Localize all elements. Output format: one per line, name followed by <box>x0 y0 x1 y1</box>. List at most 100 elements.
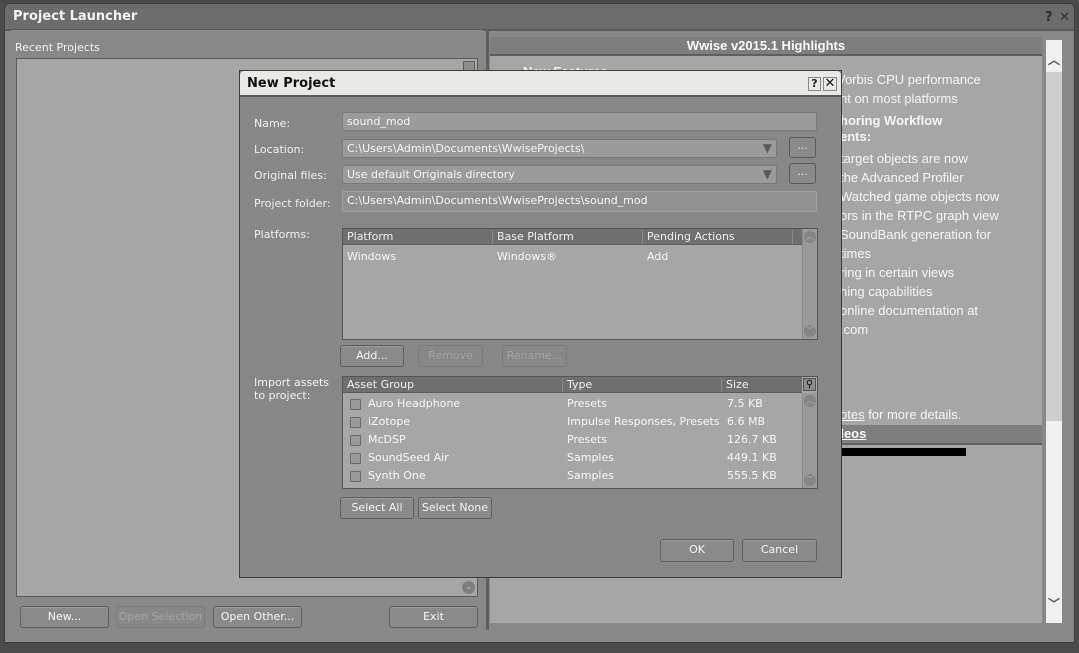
location-browse-button[interactable]: ... <box>789 137 816 158</box>
scroll-up-icon[interactable]: ︿ <box>804 395 816 407</box>
import-assets-label: Import assets to project: <box>254 376 330 402</box>
asset-type-cell: Presets <box>567 397 608 410</box>
base-platform-cell: Windows® <box>497 250 558 263</box>
asset-group-cell: SoundSeed Air <box>368 451 449 464</box>
asset-size-cell: 126.7 KB <box>727 433 777 446</box>
launcher-titlebar: Project Launcher ? ✕ <box>5 4 1074 31</box>
assets-scrollbar[interactable]: ︿ ﹀ <box>802 393 817 488</box>
release-notes-suffix: for more details. <box>864 407 962 422</box>
highlights-line: .com <box>840 322 869 337</box>
original-files-combo[interactable]: Use default Originals directory ▼ <box>342 165 777 184</box>
column-header-asset-group[interactable]: Asset Group <box>343 378 563 392</box>
chevron-down-icon[interactable]: ▼ <box>763 140 772 157</box>
original-files-value: Use default Originals directory <box>347 168 515 181</box>
video-thumbnail-bar <box>838 448 966 456</box>
platforms-scrollbar[interactable]: ︿ ﹀ <box>802 229 817 339</box>
highlights-line: times <box>840 246 872 261</box>
scroll-down-icon[interactable]: ⌄ <box>462 581 475 594</box>
asset-type-cell: Samples <box>567 451 614 464</box>
name-input[interactable]: sound_mod <box>342 112 817 131</box>
project-folder-field: C:\Users\Admin\Documents\WwiseProjects\s… <box>342 191 817 212</box>
highlights-line: Vorbis CPU performance <box>837 72 981 87</box>
highlights-line: ning capabilities <box>840 284 933 299</box>
highlights-line: nt on most platforms <box>840 91 958 106</box>
column-header-platform[interactable]: Platform <box>343 230 493 244</box>
asset-checkbox[interactable] <box>350 399 361 410</box>
project-folder-label: Project folder: <box>254 197 331 210</box>
launcher-title: Project Launcher <box>13 9 138 24</box>
remove-platform-button[interactable]: Remove <box>418 345 483 367</box>
scrollbar-thumb[interactable] <box>1046 72 1062 421</box>
asset-type-cell: Samples <box>567 469 614 482</box>
rename-platform-button[interactable]: Rename... <box>502 345 567 367</box>
platform-cell: Windows <box>347 250 397 263</box>
asset-group-cell: iZotope <box>368 415 411 428</box>
column-header-size[interactable]: Size <box>722 378 802 392</box>
platforms-label: Platforms: <box>254 228 310 241</box>
highlights-line: ors in the RTPC graph view <box>840 208 999 223</box>
highlights-line: ring in certain views <box>840 265 955 280</box>
dialog-title: New Project <box>247 76 336 91</box>
scroll-up-icon[interactable]: ︿ <box>804 231 816 243</box>
asset-size-cell: 6.6 MB <box>727 415 766 428</box>
scroll-up-icon[interactable]: ︿ <box>1046 52 1062 68</box>
open-selection-button[interactable]: Open Selection <box>116 606 205 628</box>
highlights-line: online documentation at <box>840 303 979 318</box>
asset-checkbox[interactable] <box>350 435 361 446</box>
name-label: Name: <box>254 117 291 130</box>
asset-group-cell: Synth One <box>368 469 426 482</box>
asset-group-cell: Auro Headphone <box>368 397 461 410</box>
search-icon[interactable]: ⚲ <box>803 378 816 391</box>
close-icon[interactable]: ✕ <box>1059 10 1070 25</box>
release-notes-line: otes for more details. <box>840 407 961 422</box>
original-files-label: Original files: <box>254 169 327 182</box>
help-icon[interactable]: ? <box>1045 10 1053 25</box>
assets-table-header: Asset Group Type Size <box>343 377 802 393</box>
cancel-button[interactable]: Cancel <box>742 539 817 562</box>
scroll-down-icon[interactable]: ﹀ <box>804 474 816 486</box>
open-other-button[interactable]: Open Other... <box>213 606 302 628</box>
asset-checkbox[interactable] <box>350 453 361 464</box>
close-icon[interactable]: ✕ <box>823 77 837 91</box>
chevron-down-icon[interactable]: ▼ <box>763 166 772 183</box>
recent-projects-label: Recent Projects <box>15 41 100 54</box>
highlights-line: SoundBank generation for <box>840 227 992 242</box>
highlights-header: Wwise v2015.1 Highlights <box>490 37 1042 56</box>
release-notes-link[interactable]: otes <box>840 407 865 422</box>
location-value: C:\Users\Admin\Documents\WwiseProjects\ <box>347 142 585 155</box>
help-icon[interactable]: ? <box>808 77 821 91</box>
new-button[interactable]: New... <box>20 606 109 628</box>
new-project-dialog: New Project ? ✕ Name: sound_mod Location… <box>239 70 842 578</box>
highlights-line: the Advanced Profiler <box>840 170 964 185</box>
asset-type-cell: Presets <box>567 433 608 446</box>
exit-button[interactable]: Exit <box>389 606 478 628</box>
ok-button[interactable]: OK <box>660 539 734 562</box>
highlights-line: horing Workflow <box>840 113 943 128</box>
select-all-button[interactable]: Select All <box>340 497 414 519</box>
pending-actions-cell: Add <box>647 250 669 263</box>
add-platform-button[interactable]: Add... <box>340 345 404 367</box>
scroll-down-icon[interactable]: ﹀ <box>1046 596 1062 612</box>
column-header-pending-actions[interactable]: Pending Actions <box>643 230 793 244</box>
dialog-titlebar: New Project ? ✕ <box>240 71 841 97</box>
location-combo[interactable]: C:\Users\Admin\Documents\WwiseProjects\ … <box>342 139 777 158</box>
asset-size-cell: 7.5 KB <box>727 397 763 410</box>
select-none-button[interactable]: Select None <box>418 497 492 519</box>
asset-checkbox[interactable] <box>350 417 361 428</box>
asset-type-cell: Impulse Responses, Presets <box>567 415 720 428</box>
highlights-line: target objects are now <box>840 151 968 166</box>
platforms-table[interactable]: Platform Base Platform Pending Actions W… <box>342 228 818 340</box>
column-header-type[interactable]: Type <box>563 378 722 392</box>
highlights-line: Watched game objects now <box>840 189 1000 204</box>
asset-checkbox[interactable] <box>350 471 361 482</box>
original-files-browse-button[interactable]: ... <box>789 163 816 184</box>
assets-table[interactable]: Asset Group Type Size ⚲ Auro Headphone P… <box>342 376 818 489</box>
platforms-table-header: Platform Base Platform Pending Actions <box>343 229 802 245</box>
highlights-line: ents: <box>840 129 872 144</box>
asset-size-cell: 449.1 KB <box>727 451 777 464</box>
asset-size-cell: 555.5 KB <box>727 469 777 482</box>
scroll-down-icon[interactable]: ﹀ <box>804 325 816 337</box>
column-header-base-platform[interactable]: Base Platform <box>493 230 643 244</box>
asset-group-cell: McDSP <box>368 433 406 446</box>
highlights-scrollbar[interactable]: ︿ ﹀ <box>1046 40 1062 623</box>
